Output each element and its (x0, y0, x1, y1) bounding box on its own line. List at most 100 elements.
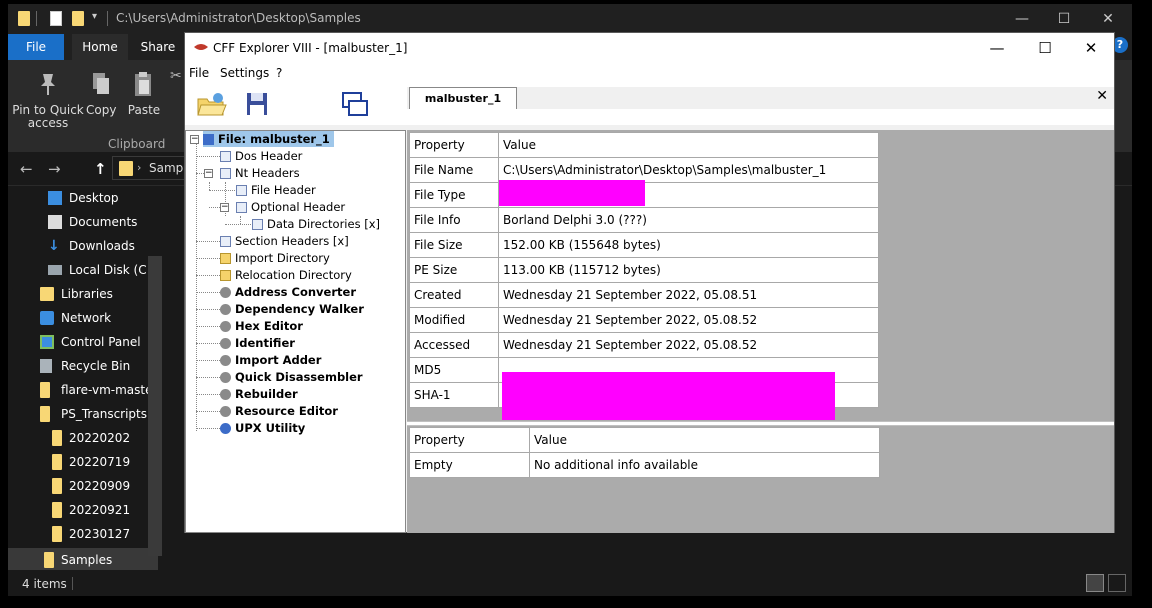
table-row[interactable]: Modified Wednesday 21 September 2022, 05.… (409, 307, 879, 333)
nav-item-20220202[interactable]: 20220202 (8, 426, 158, 450)
tree-import-directory[interactable]: Import Directory (220, 250, 330, 266)
column-header[interactable]: Value (498, 132, 879, 158)
nav-scrollbar[interactable] (148, 256, 162, 556)
cff-title-bar: CFF Explorer VIII - [malbuster_1] — ☐ ✕ (185, 33, 1114, 63)
tab-file[interactable]: File (8, 34, 64, 60)
window-title: CFF Explorer VIII - [malbuster_1] (213, 41, 408, 55)
tree-tool-import-adder[interactable]: Import Adder (220, 352, 321, 368)
table-row[interactable]: Created Wednesday 21 September 2022, 05.0… (409, 282, 879, 308)
tree-root-file[interactable]: File: malbuster_1 (203, 131, 334, 147)
new-folder-icon[interactable] (72, 11, 84, 26)
column-header[interactable]: Property (409, 427, 530, 453)
recycle-bin-icon (40, 359, 52, 373)
separator (72, 577, 73, 590)
details-view-icon[interactable] (1086, 574, 1104, 592)
save-disk-icon[interactable] (241, 89, 275, 119)
nav-item-libraries[interactable]: Libraries (8, 282, 158, 306)
tab-share[interactable]: Share (132, 34, 184, 60)
tree-tool-hex-editor[interactable]: Hex Editor (220, 318, 303, 334)
windows-icon[interactable] (339, 89, 373, 119)
nav-item-flare-vm-master[interactable]: flare-vm-master (8, 378, 158, 402)
nav-item-20230127[interactable]: 20230127 (8, 522, 158, 546)
nav-item-20220909[interactable]: 20220909 (8, 474, 158, 498)
minimize-button[interactable]: — (1002, 8, 1042, 30)
maximize-button[interactable]: ☐ (1025, 37, 1065, 59)
tree-label: Nt Headers (235, 166, 300, 180)
tree-tool-dependency-walker[interactable]: Dependency Walker (220, 301, 364, 317)
tree-label: File Header (251, 183, 316, 197)
nav-label: Local Disk (C:) (69, 263, 156, 277)
tab-home[interactable]: Home (72, 34, 128, 60)
customize-toolbar-icon[interactable]: ▾ (92, 11, 102, 26)
nav-item-downloads[interactable]: ↓ Downloads (8, 234, 158, 258)
open-folder-icon[interactable] (195, 89, 229, 119)
nav-item-recycle-bin[interactable]: Recycle Bin (8, 354, 158, 378)
pin-to-quick-access-button[interactable]: Pin to Quick access (12, 70, 84, 130)
gear-icon (220, 406, 231, 417)
tree-relocation-directory[interactable]: Relocation Directory (220, 267, 352, 283)
nav-item-20220921[interactable]: 20220921 (8, 498, 158, 522)
close-button[interactable]: ✕ (1071, 37, 1111, 59)
table-row[interactable]: File Name C:\Users\Administrator\Desktop\… (409, 157, 879, 183)
header-icon (220, 151, 231, 162)
table-row[interactable]: File Size 152.00 KB (155648 bytes) (409, 232, 879, 258)
copy-button[interactable]: Copy (86, 70, 116, 117)
collapse-optional-header-toggle[interactable]: − (220, 203, 229, 212)
nav-label: flare-vm-master (61, 383, 158, 397)
tree-file-header[interactable]: File Header (236, 182, 316, 198)
column-header[interactable]: Property (409, 132, 499, 158)
close-tab-icon[interactable]: ✕ (1096, 88, 1108, 104)
maximize-button[interactable]: ☐ (1044, 8, 1084, 30)
tree-tool-rebuilder[interactable]: Rebuilder (220, 386, 298, 402)
column-header[interactable]: Value (529, 427, 880, 453)
table-row[interactable]: PE Size 113.00 KB (115712 bytes) (409, 257, 879, 283)
collapse-root-toggle[interactable]: − (190, 135, 199, 144)
table-row[interactable]: Accessed Wednesday 21 September 2022, 05.… (409, 332, 879, 358)
table-row[interactable]: File Info Borland Delphi 3.0 (???) (409, 207, 879, 233)
tree-optional-header[interactable]: Optional Header (236, 199, 345, 215)
up-arrow-icon[interactable]: ↑ (94, 160, 107, 178)
nav-item-control-panel[interactable]: Control Panel (8, 330, 158, 354)
tab-malbuster-1[interactable]: malbuster_1 (409, 87, 517, 109)
gear-icon (220, 423, 231, 434)
value-cell: 152.00 KB (155648 bytes) (498, 232, 879, 258)
tree-data-directories[interactable]: Data Directories [x] (252, 216, 380, 232)
menu-file[interactable]: File (189, 66, 209, 80)
property-cell: File Info (409, 207, 499, 233)
tree-nt-headers[interactable]: Nt Headers (220, 165, 300, 181)
nav-item-desktop[interactable]: Desktop (8, 186, 158, 210)
nav-item-20220719[interactable]: 20220719 (8, 450, 158, 474)
paste-button[interactable]: Paste (126, 70, 162, 117)
tree-connector (196, 394, 220, 395)
forward-arrow-icon[interactable]: → (48, 160, 61, 178)
nav-item-local-disk[interactable]: Local Disk (C:) (8, 258, 158, 282)
nav-item-documents[interactable]: Documents (8, 210, 158, 234)
tree-tool-quick-disassembler[interactable]: Quick Disassembler (220, 369, 363, 385)
folder-icon (220, 253, 231, 264)
panel-splitter[interactable] (407, 421, 1114, 426)
tree-connector (196, 258, 220, 259)
tree-section-headers[interactable]: Section Headers [x] (220, 233, 349, 249)
back-arrow-icon[interactable]: ← (20, 160, 33, 178)
minimize-button[interactable]: — (977, 37, 1017, 59)
properties-icon[interactable] (50, 11, 62, 26)
copy-icon (93, 73, 109, 94)
tree-tool-resource-editor[interactable]: Resource Editor (220, 403, 338, 419)
menu-settings[interactable]: Settings (220, 66, 269, 80)
table-row[interactable]: Empty No additional info available (409, 452, 880, 478)
close-button[interactable]: ✕ (1088, 8, 1128, 30)
large-icons-view-icon[interactable] (1108, 574, 1126, 592)
downloads-icon: ↓ (48, 238, 60, 254)
gear-icon (220, 304, 231, 315)
cut-icon[interactable]: ✂ (170, 68, 182, 84)
nav-item-network[interactable]: Network (8, 306, 158, 330)
collapse-nt-headers-toggle[interactable]: − (204, 169, 213, 178)
nav-item-ps-transcripts[interactable]: PS_Transcripts (8, 402, 158, 426)
nav-item-samples[interactable]: Samples (8, 548, 158, 572)
tree-dos-header[interactable]: Dos Header (220, 148, 302, 164)
tree-tool-address-converter[interactable]: Address Converter (220, 284, 356, 300)
tree-tool-upx-utility[interactable]: UPX Utility (220, 420, 305, 436)
tree-label: Data Directories [x] (267, 217, 381, 231)
tree-tool-identifier[interactable]: Identifier (220, 335, 295, 351)
menu-help[interactable]: ? (276, 66, 282, 80)
